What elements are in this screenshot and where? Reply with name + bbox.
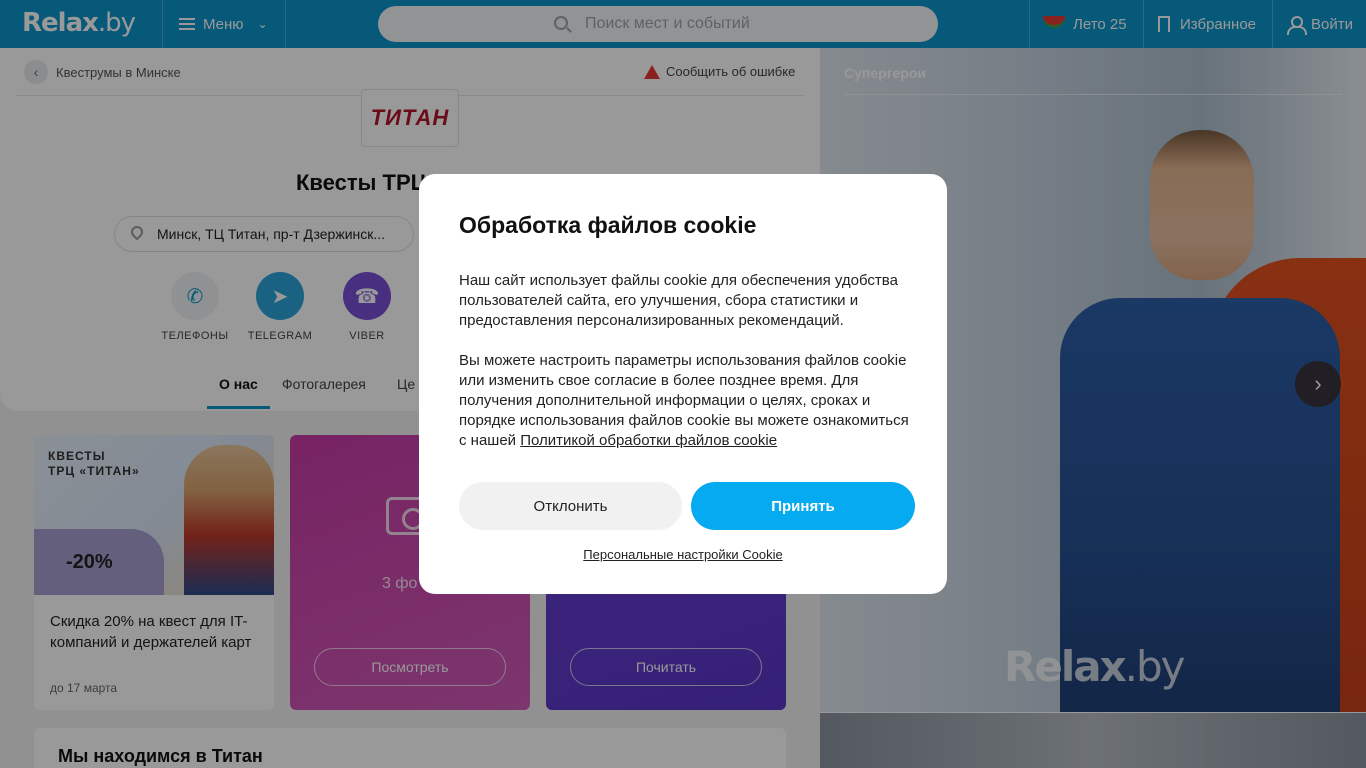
decline-button[interactable]: Отклонить: [459, 482, 682, 530]
cookie-paragraph-2: Вы можете настроить параметры использова…: [459, 351, 919, 451]
cookie-policy-link[interactable]: Политикой обработки файлов cookie: [520, 432, 777, 449]
cookie-dialog-title: Обработка файлов cookie: [459, 212, 757, 238]
cookie-paragraph-1: Наш сайт использует файлы cookie для обе…: [459, 272, 898, 329]
cookie-settings-link[interactable]: Персональные настройки Cookie: [419, 547, 947, 562]
accept-button[interactable]: Принять: [691, 482, 915, 530]
cookie-dialog: Обработка файлов cookie Наш сайт использ…: [419, 174, 947, 594]
